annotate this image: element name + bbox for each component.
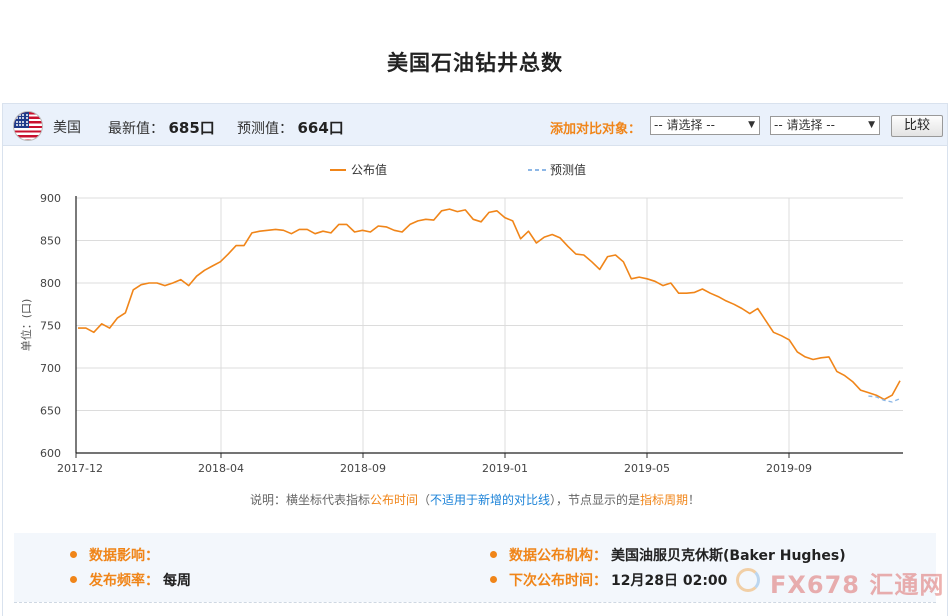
y-tick-label: 700 bbox=[40, 362, 61, 375]
frequency-label: 发布频率： bbox=[89, 573, 159, 589]
y-tick-label: 800 bbox=[40, 277, 61, 290]
x-tick-label: 2019-01 bbox=[482, 462, 528, 475]
info-agency: 数据公布机构： 美国油服贝克休斯(Baker Hughes) bbox=[490, 545, 846, 565]
legend-label-forecast: 预测值 bbox=[550, 162, 586, 177]
note-not-applicable: 不适用于新增的对比线 bbox=[429, 493, 550, 507]
info-next-release: 下次公布时间： 12月28日 02:00 bbox=[490, 570, 727, 590]
divider bbox=[14, 602, 936, 603]
y-tick-label: 750 bbox=[40, 320, 61, 333]
line-chart: 900 850 800 750 700 650 600 2017-12 2018-04 2018-… bbox=[19, 162, 903, 475]
y-axis-label: 单位：(口) bbox=[19, 299, 33, 352]
y-tick-label: 650 bbox=[40, 405, 61, 418]
chart-note: 说明：横坐标代表指标公布时间（不适用于新增的对比线），节点显示的是指标周期！ bbox=[0, 491, 950, 508]
y-tick-label: 900 bbox=[40, 192, 61, 205]
note-end: ！ bbox=[688, 493, 701, 507]
fx678-logo-icon bbox=[736, 568, 760, 592]
info-frequency: 发布频率： 每周 bbox=[70, 570, 191, 590]
bullet-icon bbox=[70, 575, 77, 583]
info-impact: 数据影响： bbox=[70, 545, 163, 565]
note-prefix: 说明：横坐标代表指标 bbox=[249, 493, 370, 507]
series-line-published bbox=[78, 208, 901, 401]
y-tick-label: 850 bbox=[40, 235, 61, 248]
x-tick-label: 2019-05 bbox=[624, 462, 670, 475]
next-release-value: 12月28日 02:00 bbox=[611, 573, 728, 589]
note-paren-open: （ bbox=[417, 493, 430, 507]
agency-label: 数据公布机构： bbox=[509, 548, 607, 564]
agency-value: 美国油服贝克休斯(Baker Hughes) bbox=[611, 548, 846, 564]
watermark: FX678 汇通网 bbox=[736, 565, 943, 599]
impact-label: 数据影响： bbox=[89, 548, 159, 564]
x-tick-label: 2018-09 bbox=[340, 462, 386, 475]
x-tick-label: 2018-04 bbox=[198, 462, 244, 475]
x-tick-label: 2019-09 bbox=[766, 462, 812, 475]
legend-label-published: 公布值 bbox=[351, 162, 387, 177]
note-middle: ），节点显示的是 bbox=[550, 493, 641, 507]
next-release-label: 下次公布时间： bbox=[509, 573, 607, 589]
bullet-icon bbox=[490, 550, 497, 558]
x-tick-label: 2017-12 bbox=[57, 462, 103, 475]
bullet-icon bbox=[490, 575, 497, 583]
note-publish-time: 公布时间 bbox=[369, 493, 418, 507]
frequency-value: 每周 bbox=[163, 573, 191, 589]
note-period: 指标周期 bbox=[640, 493, 689, 507]
bullet-icon bbox=[70, 550, 77, 558]
watermark-text: FX678 汇通网 bbox=[770, 571, 945, 599]
y-tick-label: 600 bbox=[40, 447, 61, 460]
